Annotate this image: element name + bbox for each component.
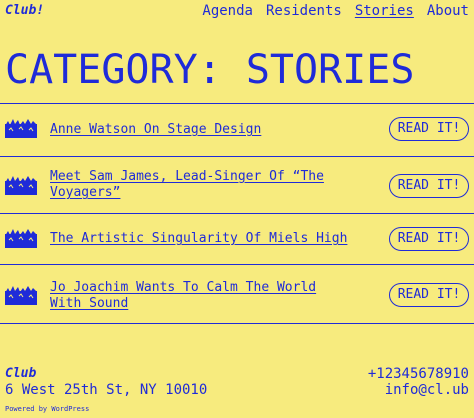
read-it-button[interactable]: READ IT! [389, 174, 469, 198]
list-item: Meet Sam James, Lead-Singer Of “The Voya… [0, 156, 474, 213]
powered-by-link[interactable]: Powered by WordPress [5, 405, 89, 413]
post-title-link[interactable]: The Artistic Singularity Of Miels High [50, 231, 350, 247]
read-it-button[interactable]: READ IT! [389, 283, 469, 307]
footer-name: Club [5, 366, 37, 381]
footer-email[interactable]: info@cl.ub [385, 382, 469, 398]
footer-address: 6 West 25th St, NY 10010 [5, 382, 208, 398]
nav-item-about[interactable]: About [427, 3, 469, 19]
main-nav: Agenda Residents Stories About [202, 3, 469, 19]
footer-phone[interactable]: +12345678910 [368, 366, 469, 382]
post-list: Anne Watson On Stage Design READ IT! Mee… [0, 103, 474, 324]
post-title-link[interactable]: Anne Watson On Stage Design [50, 122, 350, 138]
list-item: The Artistic Singularity Of Miels High R… [0, 213, 474, 264]
crowd-image-icon[interactable] [5, 228, 37, 248]
read-it-button[interactable]: READ IT! [389, 227, 469, 251]
site-footer: Club 6 West 25th St, NY 10010 +123456789… [0, 362, 474, 418]
list-item: Anne Watson On Stage Design READ IT! [0, 103, 474, 156]
crowd-image-icon[interactable] [5, 285, 37, 305]
site-logo[interactable]: Club! [5, 3, 44, 18]
post-title-link[interactable]: Meet Sam James, Lead-Singer Of “The Voya… [50, 169, 350, 201]
nav-item-residents[interactable]: Residents [266, 3, 342, 19]
nav-item-agenda[interactable]: Agenda [202, 3, 253, 19]
crowd-image-icon[interactable] [5, 118, 37, 138]
post-title-link[interactable]: Jo Joachim Wants To Calm The World With … [50, 280, 350, 312]
site-header: Club! Agenda Residents Stories About [0, 0, 474, 24]
crowd-image-icon[interactable] [5, 175, 37, 195]
read-it-button[interactable]: READ IT! [389, 117, 469, 141]
list-item: Jo Joachim Wants To Calm The World With … [0, 264, 474, 324]
nav-item-stories[interactable]: Stories [355, 3, 414, 19]
page-title: CATEGORY: STORIES [5, 47, 415, 93]
